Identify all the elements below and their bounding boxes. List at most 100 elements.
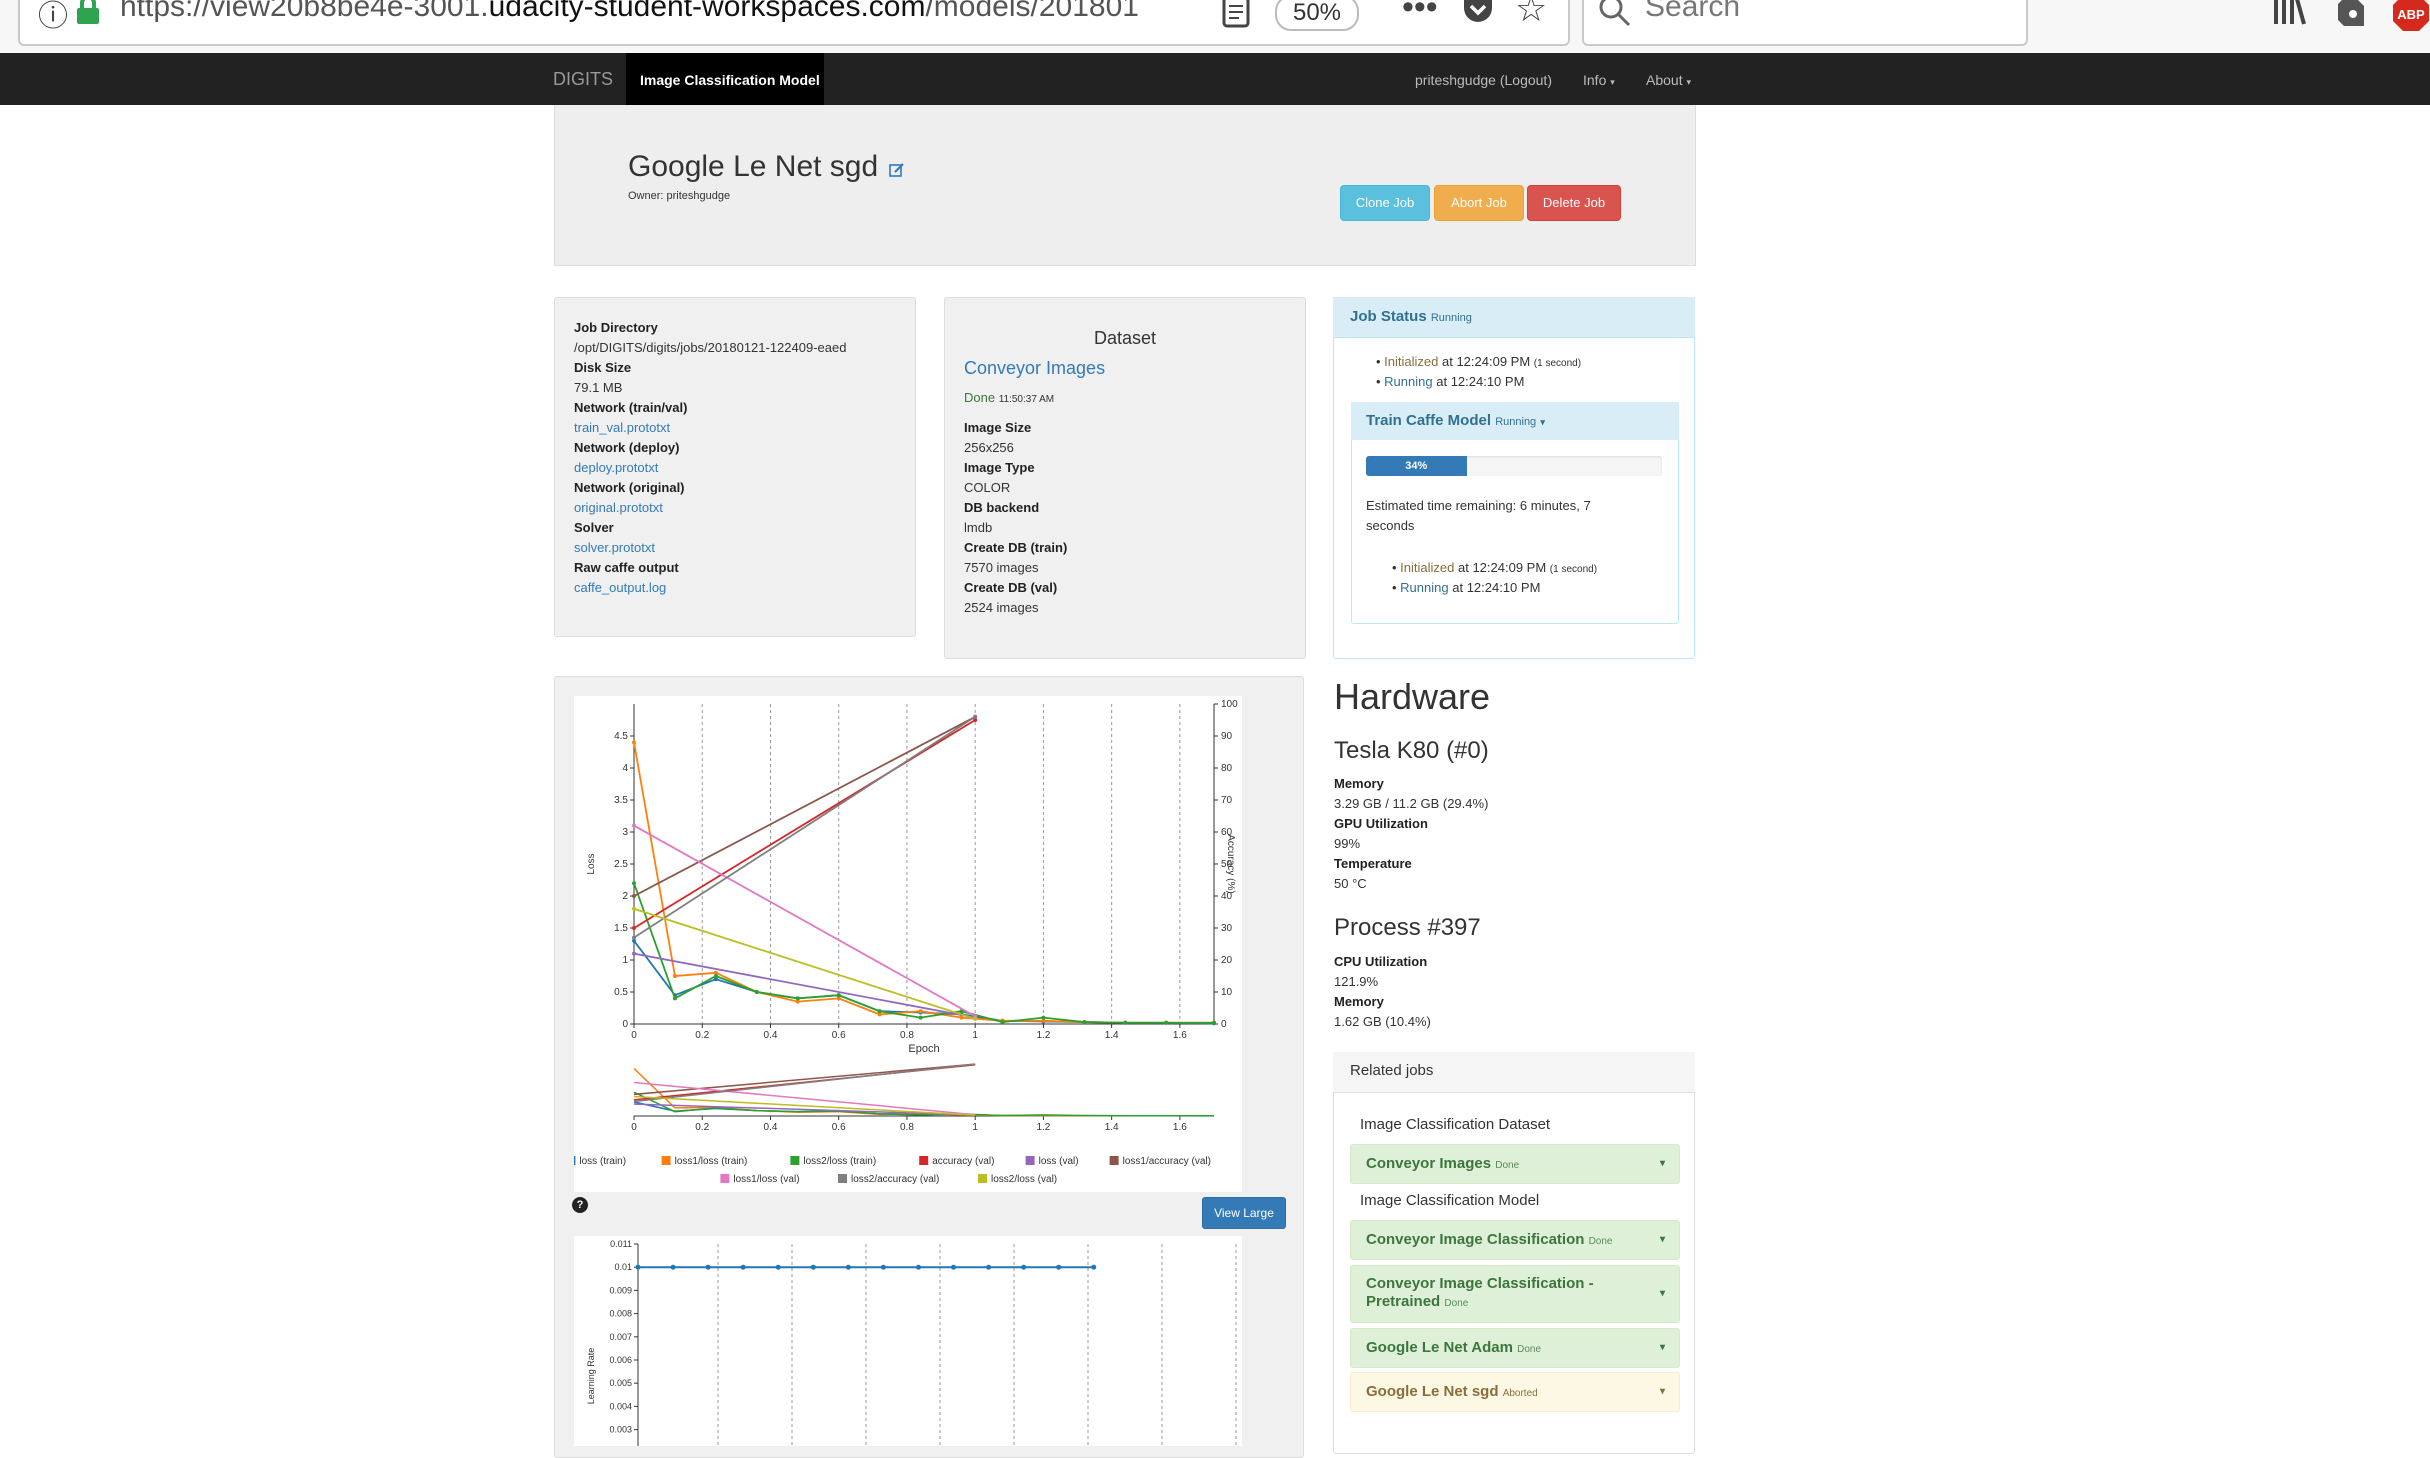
task-initialized-duration: (1 second) xyxy=(1549,564,1598,575)
data-point xyxy=(845,1264,851,1270)
train-caffe-title[interactable]: Train Caffe Model Running ▾ xyxy=(1366,412,1545,429)
context-x-tick-label: 0.8 xyxy=(900,1122,914,1133)
related-item-state: Done xyxy=(1517,1344,1542,1355)
y2-tick-label: 20 xyxy=(1221,955,1233,966)
related-model-item[interactable]: Conveyor Image Classification Done ▾ xyxy=(1350,1220,1680,1260)
y-tick-label: 4.5 xyxy=(614,731,628,742)
raw-output-link[interactable]: caffe_output.log xyxy=(574,580,666,595)
related-item-state: Aborted xyxy=(1502,1388,1538,1399)
data-point xyxy=(632,926,636,930)
context-x-tick-label: 0.6 xyxy=(832,1122,846,1133)
raw-output-label: Raw caffe output xyxy=(574,560,679,575)
y-tick-label: 0.01 xyxy=(614,1262,632,1272)
y-tick-label: 0.007 xyxy=(609,1332,632,1342)
data-point xyxy=(1000,1020,1005,1025)
reader-view-icon[interactable] xyxy=(1222,0,1250,33)
data-point xyxy=(632,881,636,886)
pocket-icon[interactable] xyxy=(1461,0,1495,31)
status-initialized-duration: (1 second) xyxy=(1533,358,1582,369)
chevron-down-icon: ▾ xyxy=(1610,77,1615,87)
bookmark-star-icon[interactable]: ☆ xyxy=(1515,0,1547,30)
data-point xyxy=(915,1264,921,1270)
related-item-name: Conveyor Image Classification - Pretrain… xyxy=(1366,1275,1594,1310)
abort-job-button[interactable]: Abort Job xyxy=(1434,185,1524,221)
data-point xyxy=(635,1264,641,1270)
data-point xyxy=(632,951,636,956)
delete-job-button[interactable]: Delete Job xyxy=(1527,185,1621,221)
y2-tick-label: 0 xyxy=(1221,1019,1227,1030)
legend-label: loss (train) xyxy=(579,1156,626,1167)
nav-tab-image-classification-model[interactable]: Image Classification Model xyxy=(626,53,824,105)
page-actions-icon[interactable]: ••• xyxy=(1402,0,1438,27)
data-point xyxy=(1021,1264,1027,1270)
legend-swatch xyxy=(1025,1156,1035,1165)
evernote-icon[interactable] xyxy=(2336,0,2366,33)
y2-tick-label: 30 xyxy=(1221,923,1233,934)
learning-rate-chart: 0.003 0.004 0.005 0.006 0.007 0.008 0.009 0.01 0… xyxy=(574,1236,1242,1446)
y-tick-label: 3 xyxy=(622,827,628,838)
library-icon[interactable] xyxy=(2272,0,2306,31)
data-point xyxy=(1164,1020,1169,1025)
related-model-item[interactable]: Google Le Net Adam Done ▾ xyxy=(1350,1328,1680,1368)
edit-icon[interactable] xyxy=(889,162,907,180)
y-tick-label: 0.008 xyxy=(609,1309,632,1319)
info-menu[interactable]: Info ▾ xyxy=(1583,72,1615,88)
job-status-state: Running xyxy=(1430,312,1472,324)
y-tick-label: 0.011 xyxy=(610,1239,632,1249)
navbar xyxy=(0,53,2430,105)
dataset-name-link[interactable]: Conveyor Images xyxy=(964,358,1105,379)
data-point xyxy=(775,1264,781,1270)
eta-line-2: seconds xyxy=(1366,518,1415,533)
x-tick-label: 0.8 xyxy=(900,1030,914,1041)
db-backend-label: DB backend xyxy=(964,500,1040,515)
y-tick-label: 0.006 xyxy=(609,1355,632,1365)
legend-swatch xyxy=(1109,1156,1119,1165)
clone-job-button[interactable]: Clone Job xyxy=(1340,185,1430,221)
user-logout-link[interactable]: priteshgudge (Logout) xyxy=(1415,72,1552,88)
data-point xyxy=(1123,1020,1128,1025)
y-tick-label: 4 xyxy=(622,763,628,774)
url-text[interactable]: https://view20b8be4e-3001.udacity-studen… xyxy=(120,0,1139,24)
y-tick-label: 0.004 xyxy=(609,1401,632,1411)
view-large-button[interactable]: View Large xyxy=(1202,1197,1286,1229)
disk-size-value: 79.1 MB xyxy=(574,380,623,395)
related-dataset-conveyor-images[interactable]: Conveyor Images Done ▾ xyxy=(1350,1144,1680,1184)
about-menu-label: About xyxy=(1646,72,1683,88)
about-menu[interactable]: About ▾ xyxy=(1646,72,1691,88)
related-jobs-title: Related jobs xyxy=(1350,1062,1434,1079)
data-point xyxy=(632,823,636,828)
x-tick-label: 1.4 xyxy=(1105,1030,1119,1041)
related-model-item[interactable]: Conveyor Image Classification - Pretrain… xyxy=(1350,1265,1680,1323)
legend-label: loss2/loss (train) xyxy=(803,1156,876,1167)
help-icon[interactable]: ? xyxy=(572,1197,588,1213)
related-item-state: Done xyxy=(1495,1160,1520,1171)
process-heading: Process #397 xyxy=(1334,914,1481,941)
related-item-name: Conveyor Image Classification xyxy=(1366,1231,1585,1248)
y2-axis-label: Accuracy (%) xyxy=(1225,834,1236,893)
network-deploy-link[interactable]: deploy.prototxt xyxy=(574,460,658,475)
info-icon[interactable]: ⓘ xyxy=(38,0,68,35)
progress-fill: 34% xyxy=(1366,456,1467,476)
adblock-icon[interactable]: ABP xyxy=(2392,0,2430,32)
network-trainval-link[interactable]: train_val.prototxt xyxy=(574,420,670,435)
zoom-level[interactable]: 50% xyxy=(1275,0,1359,31)
context-x-tick-label: 1.2 xyxy=(1036,1122,1050,1133)
disk-size-label: Disk Size xyxy=(574,360,632,375)
brand-link[interactable]: DIGITS xyxy=(553,69,613,90)
legend-swatch xyxy=(919,1156,929,1165)
solver-link[interactable]: solver.prototxt xyxy=(574,540,655,555)
search-icon xyxy=(1598,0,1632,33)
network-original-link[interactable]: original.prototxt xyxy=(574,500,663,515)
y2-tick-label: 10 xyxy=(1221,987,1233,998)
status-running-label: Running xyxy=(1384,374,1433,389)
status-running-time: at 12:24:10 PM xyxy=(1436,374,1525,389)
temperature-label: Temperature xyxy=(1334,856,1412,871)
image-type-label: Image Type xyxy=(964,460,1035,475)
task-running-label: Running xyxy=(1400,580,1449,595)
status-initialized-label: Initialized xyxy=(1384,354,1439,369)
context-x-tick-label: 0.2 xyxy=(695,1122,709,1133)
data-point xyxy=(672,996,677,1001)
related-model-item[interactable]: Google Le Net sgd Aborted ▾ xyxy=(1350,1372,1680,1412)
context-x-tick-label: 0 xyxy=(631,1122,637,1133)
related-item-name: Google Le Net sgd xyxy=(1366,1383,1499,1400)
